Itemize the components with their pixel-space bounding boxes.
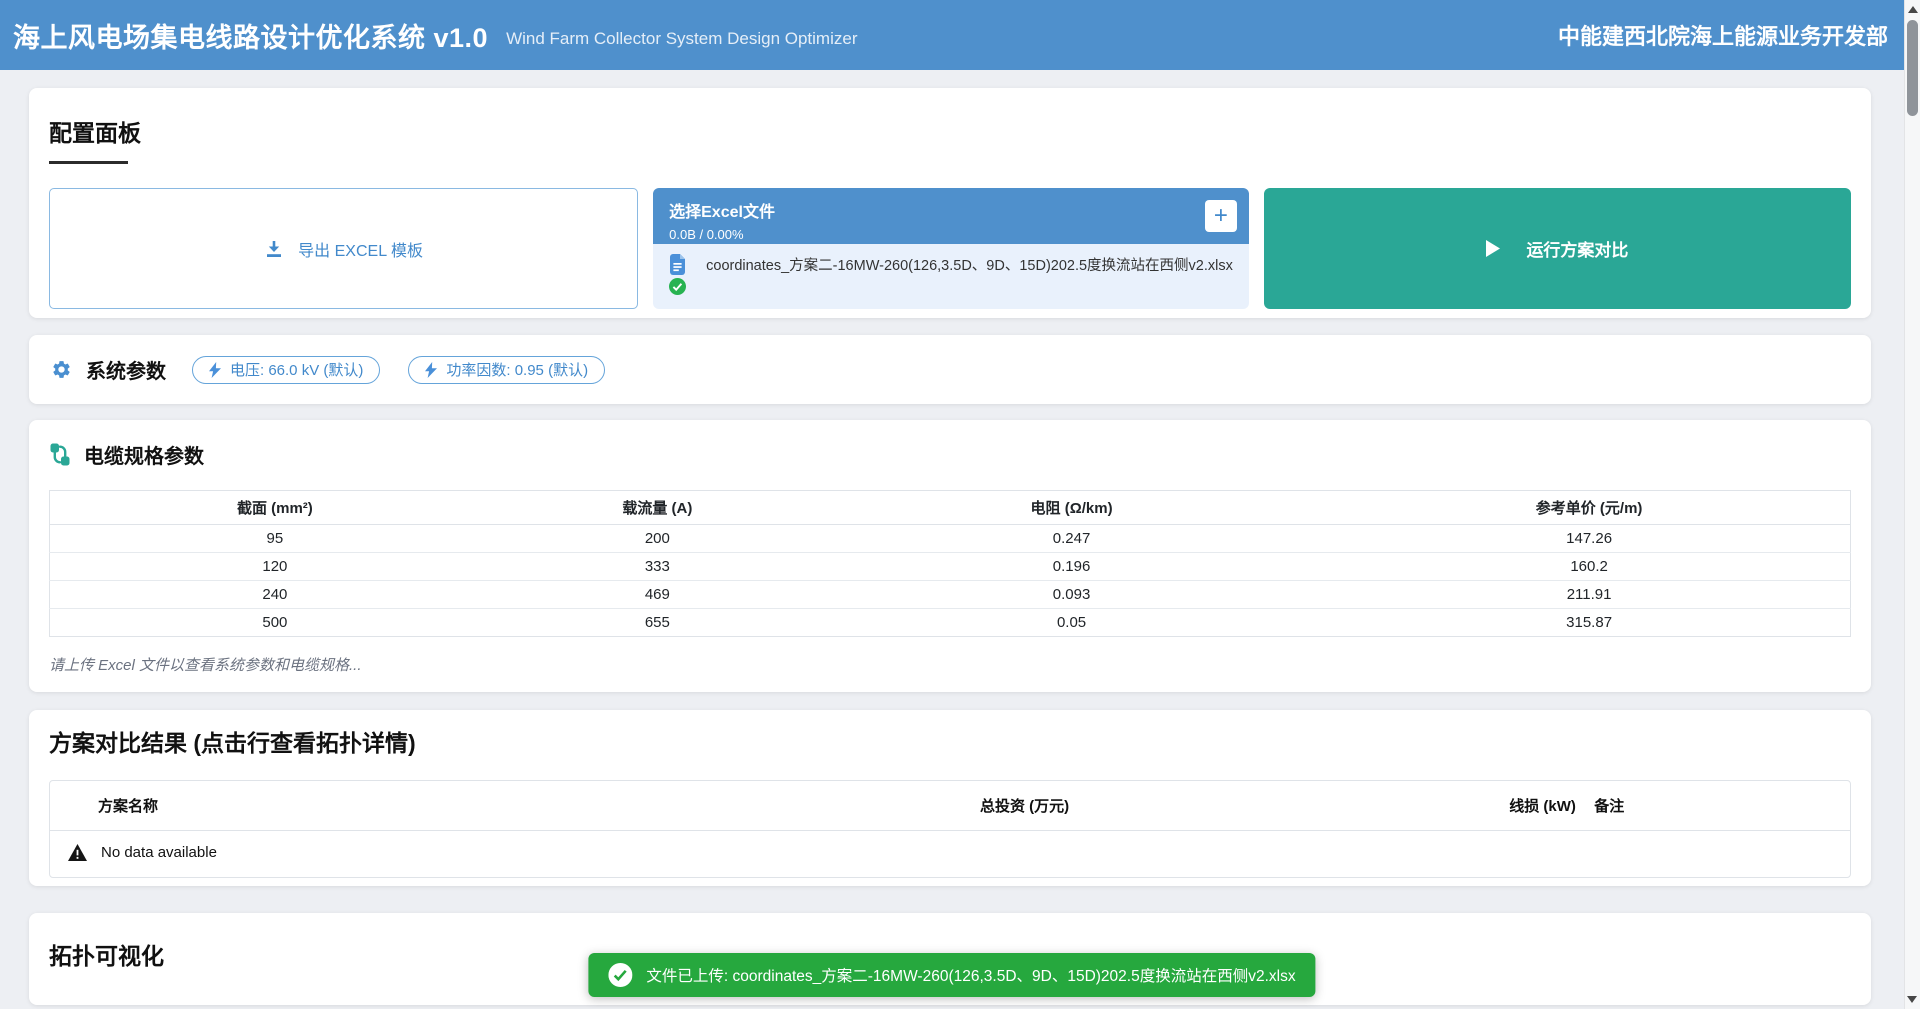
cable-spec-cell: 95 <box>50 525 500 553</box>
cable-table-header-row: 截面 (mm²)载流量 (A)电阻 (Ω/km)参考单价 (元/m) <box>50 491 1851 525</box>
cable-spec-row: 5006550.05315.87 <box>50 609 1851 637</box>
scrollbar-thumb[interactable] <box>1907 20 1918 116</box>
cable-spec-row: 1203330.196160.2 <box>50 553 1851 581</box>
comparison-card: 方案对比结果 (点击行查看拓扑详情) 方案名称 总投资 (万元) 线损 (kW)… <box>29 710 1871 886</box>
run-comparison-button[interactable]: 运行方案对比 <box>1264 188 1851 309</box>
upload-file-list: coordinates_方案二-16MW-260(126,3.5D、9D、15D… <box>653 244 1249 309</box>
cable-spec-cell: 500 <box>50 609 500 637</box>
no-data-row: No data available <box>50 831 1850 877</box>
add-file-button[interactable]: + <box>1205 200 1237 232</box>
cable-column-header: 载流量 (A) <box>500 491 815 525</box>
cable-title-row: 电缆规格参数 <box>49 440 1851 469</box>
comparison-table: 方案名称 总投资 (万元) 线损 (kW) 备注 No data availab… <box>49 780 1851 878</box>
cable-spec-cell: 0.093 <box>815 581 1328 609</box>
cable-specs-table: 截面 (mm²)载流量 (A)电阻 (Ω/km)参考单价 (元/m) 95200… <box>49 490 1851 637</box>
col-line-loss: 线损 (kW) <box>1497 795 1582 816</box>
app-header: 海上风电场集电线路设计优化系统 v1.0 Wind Farm Collector… <box>0 0 1904 70</box>
upload-status-row <box>669 278 1233 300</box>
document-icon <box>669 254 686 275</box>
cable-spec-cell: 147.26 <box>1328 525 1850 553</box>
cable-column-header: 截面 (mm²) <box>50 491 500 525</box>
cable-specs-card: 电缆规格参数 截面 (mm²)载流量 (A)电阻 (Ω/km)参考单价 (元/m… <box>29 420 1871 692</box>
scroll-down-arrow-icon[interactable] <box>1907 996 1917 1003</box>
upload-hint-note: 请上传 Excel 文件以查看系统参数和电缆规格... <box>49 654 1851 675</box>
file-select-area[interactable]: 选择Excel文件 0.0B / 0.00% + <box>653 188 1249 244</box>
download-icon <box>264 239 284 259</box>
cable-column-header: 电阻 (Ω/km) <box>815 491 1328 525</box>
upload-widget: 选择Excel文件 0.0B / 0.00% + coordinates_方案二… <box>653 188 1249 309</box>
upload-success-icon <box>669 278 686 295</box>
vertical-scrollbar[interactable] <box>1904 0 1920 1009</box>
system-params-card: 系统参数 电压: 66.0 kV (默认) 功率因数: 0.95 (默认) <box>29 335 1871 404</box>
warning-icon <box>68 844 87 861</box>
toast-message: 文件已上传: coordinates_方案二-16MW-260(126,3.5D… <box>646 964 1295 986</box>
col-scheme-name: 方案名称 <box>50 795 968 816</box>
comparison-header-row: 方案名称 总投资 (万元) 线损 (kW) 备注 <box>50 781 1850 831</box>
title-underline <box>49 161 128 164</box>
uploaded-file-name: coordinates_方案二-16MW-260(126,3.5D、9D、15D… <box>706 254 1233 275</box>
config-panel-title: 配置面板 <box>49 114 1851 148</box>
app-subtitle: Wind Farm Collector System Design Optimi… <box>506 29 857 49</box>
scroll-up-arrow-icon[interactable] <box>1908 6 1918 13</box>
cable-spec-cell: 0.247 <box>815 525 1328 553</box>
cable-spec-cell: 0.196 <box>815 553 1328 581</box>
app: 海上风电场集电线路设计优化系统 v1.0 Wind Farm Collector… <box>0 0 1920 1009</box>
play-icon <box>1486 240 1500 257</box>
power-factor-badge-label: 功率因数: 0.95 (默认) <box>446 359 588 380</box>
cable-spec-cell: 315.87 <box>1328 609 1850 637</box>
upload-toast: 文件已上传: coordinates_方案二-16MW-260(126,3.5D… <box>588 953 1315 997</box>
power-factor-badge: 功率因数: 0.95 (默认) <box>408 356 605 384</box>
cable-spec-cell: 333 <box>500 553 815 581</box>
cable-table-body: 952000.247147.261203330.196160.22404690.… <box>50 525 1851 637</box>
cable-spec-cell: 200 <box>500 525 815 553</box>
cable-column-header: 参考单价 (元/m) <box>1328 491 1850 525</box>
main-area: 海上风电场集电线路设计优化系统 v1.0 Wind Farm Collector… <box>0 0 1904 1009</box>
cable-spec-row: 2404690.093211.91 <box>50 581 1851 609</box>
upload-progress: 0.0B / 0.00% <box>669 227 1233 242</box>
app-title: 海上风电场集电线路设计优化系统 v1.0 <box>13 16 488 55</box>
voltage-badge: 电压: 66.0 kV (默认) <box>192 356 380 384</box>
no-data-text: No data available <box>101 844 217 861</box>
cable-spec-row: 952000.247147.26 <box>50 525 1851 553</box>
comparison-title: 方案对比结果 (点击行查看拓扑详情) <box>49 724 1851 758</box>
cable-icon <box>49 442 71 467</box>
col-total-investment: 总投资 (万元) <box>968 795 1497 816</box>
cable-spec-cell: 120 <box>50 553 500 581</box>
cable-spec-cell: 0.05 <box>815 609 1328 637</box>
export-template-label: 导出 EXCEL 模板 <box>298 237 423 261</box>
config-panel-card: 配置面板 导出 EXCEL 模板 选择Excel文件 0.0B / 0.00% <box>29 88 1871 318</box>
cable-spec-cell: 469 <box>500 581 815 609</box>
col-remarks: 备注 <box>1582 795 1850 816</box>
cable-specs-title: 电缆规格参数 <box>84 440 204 469</box>
bolt-icon <box>425 362 437 378</box>
department-label: 中能建西北院海上能源业务开发部 <box>1558 19 1888 51</box>
system-params-title: 系统参数 <box>86 355 166 384</box>
cable-spec-cell: 240 <box>50 581 500 609</box>
toast-check-icon <box>608 963 632 987</box>
content: 配置面板 导出 EXCEL 模板 选择Excel文件 0.0B / 0.00% <box>0 70 1904 1005</box>
run-comparison-label: 运行方案对比 <box>1526 236 1628 261</box>
cable-spec-cell: 655 <box>500 609 815 637</box>
cable-spec-cell: 160.2 <box>1328 553 1850 581</box>
config-row: 导出 EXCEL 模板 选择Excel文件 0.0B / 0.00% + <box>49 188 1851 309</box>
upload-title: 选择Excel文件 <box>669 198 1233 222</box>
gear-icon <box>51 359 72 380</box>
bolt-icon <box>209 362 221 378</box>
voltage-badge-label: 电压: 66.0 kV (默认) <box>230 359 363 380</box>
export-template-button[interactable]: 导出 EXCEL 模板 <box>49 188 638 309</box>
cable-spec-cell: 211.91 <box>1328 581 1850 609</box>
uploaded-file-item[interactable]: coordinates_方案二-16MW-260(126,3.5D、9D、15D… <box>669 254 1233 275</box>
